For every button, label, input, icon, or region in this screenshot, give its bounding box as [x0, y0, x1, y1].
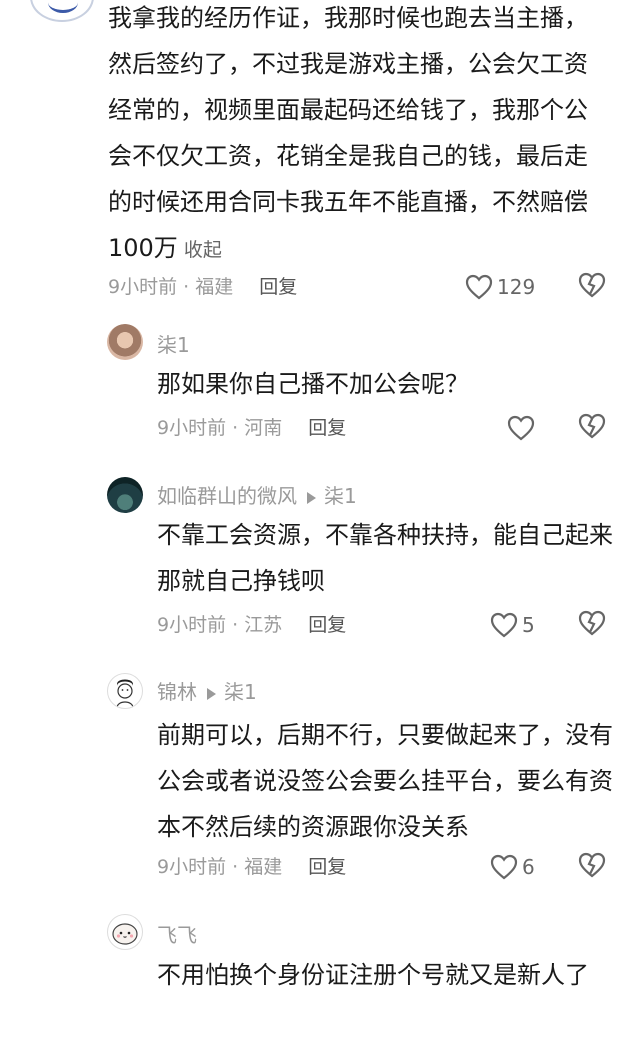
reply-button-1[interactable]: 回复: [308, 417, 346, 439]
reply-meta-2: 9小时前 · 江苏 回复: [157, 610, 346, 640]
reply-username-4[interactable]: 飞飞: [157, 920, 197, 950]
broken-heart-icon: [578, 272, 606, 298]
cartoon-face-icon: [116, 679, 134, 708]
main-commenter-avatar[interactable]: [30, 0, 94, 22]
triangle-right-icon: [307, 491, 316, 504]
main-like-button[interactable]: 129: [465, 272, 535, 302]
reply-dislike-button-1[interactable]: [578, 413, 608, 443]
reply-name-1[interactable]: 柒1: [157, 333, 190, 357]
reply-name-3[interactable]: 锦林: [157, 680, 197, 704]
reply-like-button-1[interactable]: [507, 413, 539, 443]
reply-username-1[interactable]: 柒1: [157, 330, 190, 360]
reply-to-name-2[interactable]: 柒1: [324, 484, 357, 508]
heart-outline-icon: [465, 274, 493, 300]
reply-avatar-4[interactable]: [107, 914, 143, 950]
reply-text-1: 那如果你自己播不加公会呢？: [157, 370, 469, 398]
main-like-count: 129: [497, 275, 536, 299]
reply-text-3: 前期可以，后期不行，只要做起来了，没有公会或者说没签公会要么挂平台，要么有资本不…: [157, 721, 613, 841]
main-comment-body: 我拿我的经历作证，我那时候也跑去当主播，然后签约了，不过我是游戏主播，公会欠工资…: [108, 4, 588, 262]
reply-like-count-2: 5: [522, 613, 535, 637]
triangle-right-icon: [207, 687, 216, 700]
reply-like-count-3: 6: [522, 855, 535, 879]
reply-to-name-3[interactable]: 柒1: [224, 680, 257, 704]
reply-username-2[interactable]: 如临群山的微风 柒1: [157, 481, 357, 511]
heart-outline-icon: [507, 415, 535, 441]
broken-heart-icon: [578, 852, 606, 878]
reply-name-4[interactable]: 飞飞: [157, 923, 197, 947]
reply-time-location-1: 9小时前 · 河南: [157, 417, 283, 439]
reply-avatar-2[interactable]: [107, 477, 143, 513]
reply-time-location-2: 9小时前 · 江苏: [157, 614, 283, 636]
heart-outline-icon: [490, 854, 518, 880]
reply-like-button-2[interactable]: 5: [490, 610, 535, 640]
reply-avatar-1[interactable]: [107, 324, 143, 360]
reply-text-4: 不用怕换个身份证注册个号就又是新人了: [157, 961, 589, 989]
heart-outline-icon: [490, 612, 518, 638]
main-comment-meta: 9小时前 · 福建 回复: [108, 272, 297, 302]
main-comment-time-location: 9小时前 · 福建: [108, 276, 234, 298]
reply-meta-3: 9小时前 · 福建 回复: [157, 852, 346, 882]
reply-button-2[interactable]: 回复: [308, 614, 346, 636]
cute-bun-icon: [112, 923, 138, 945]
main-comment-text: 我拿我的经历作证，我那时候也跑去当主播，然后签约了，不过我是游戏主播，公会欠工资…: [108, 0, 608, 273]
reply-text-2: 不靠工会资源，不靠各种扶持，能自己起来那就自己挣钱呗: [157, 521, 613, 595]
collapse-link[interactable]: 收起: [184, 239, 222, 261]
reply-username-3[interactable]: 锦林 柒1: [157, 677, 257, 707]
reply-name-2[interactable]: 如临群山的微风: [157, 484, 297, 508]
main-dislike-button[interactable]: [578, 272, 608, 302]
main-reply-button[interactable]: 回复: [259, 276, 297, 298]
reply-avatar-3[interactable]: [107, 673, 143, 709]
reply-button-3[interactable]: 回复: [308, 856, 346, 878]
reply-dislike-button-3[interactable]: [578, 852, 608, 882]
reply-like-button-3[interactable]: 6: [490, 852, 535, 882]
broken-heart-icon: [578, 610, 606, 636]
broken-heart-icon: [578, 413, 606, 439]
reply-time-location-3: 9小时前 · 福建: [157, 856, 283, 878]
reply-meta-1: 9小时前 · 河南 回复: [157, 413, 346, 443]
reply-dislike-button-2[interactable]: [578, 610, 608, 640]
